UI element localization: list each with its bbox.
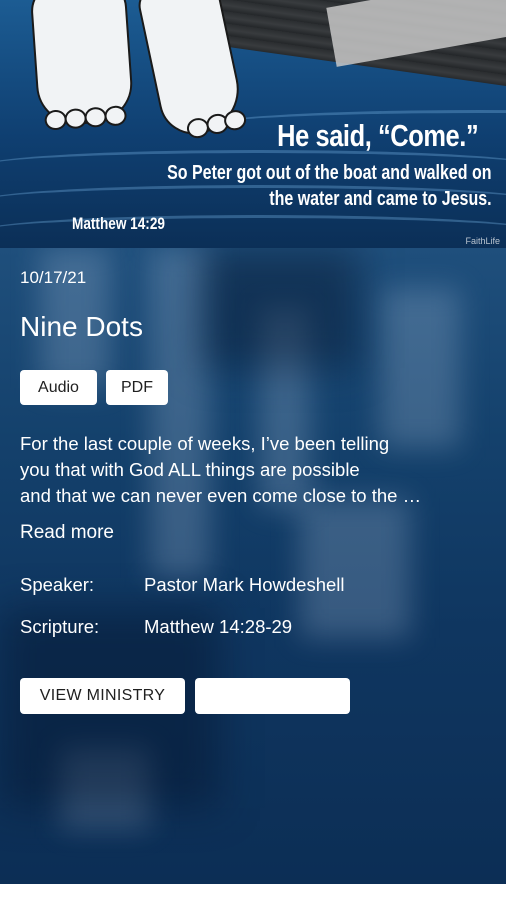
pdf-button[interactable]: PDF — [106, 370, 168, 405]
banner-quote: He said, “Come.” — [276, 118, 479, 153]
description-line: you that with God ALL things are possibl… — [20, 459, 360, 480]
sermon-description: For the last couple of weeks, I’ve been … — [20, 431, 486, 509]
speaker-label: Speaker: — [20, 574, 95, 595]
scripture-value: Matthew 14:28-29 — [144, 616, 293, 637]
description-line: and that we can never even come close to… — [20, 485, 422, 506]
sermon-banner-image: He said, “Come.” So Peter got out of the… — [0, 0, 506, 248]
banner-verse-line: So Peter got out of the boat and walked … — [167, 162, 492, 184]
banner-brand-watermark: FaithLife — [465, 236, 500, 246]
view-ministry-button[interactable]: VIEW MINISTRY — [20, 678, 185, 714]
banner-verse-line: the water and came to Jesus. — [269, 188, 492, 210]
sermon-date: 10/17/21 — [20, 268, 87, 287]
left-foot-illustration — [29, 0, 135, 131]
scripture-label: Scripture: — [20, 616, 100, 637]
read-more-link[interactable]: Read more — [20, 522, 114, 544]
banner-verse: So Peter got out of the boat and walked … — [168, 160, 492, 212]
audio-button[interactable]: Audio — [20, 370, 97, 405]
secondary-action-button[interactable] — [195, 678, 350, 714]
description-line: For the last couple of weeks, I’ve been … — [20, 433, 390, 454]
sermon-detail-panel: 10/17/21 Nine Dots Audio PDF For the las… — [0, 248, 506, 884]
sermon-detail-screen: He said, “Come.” So Peter got out of the… — [0, 0, 506, 900]
speaker-value: Pastor Mark Howdeshell — [144, 574, 345, 595]
banner-reference: Matthew 14:29 — [72, 214, 165, 233]
sermon-title: Nine Dots — [20, 311, 143, 342]
